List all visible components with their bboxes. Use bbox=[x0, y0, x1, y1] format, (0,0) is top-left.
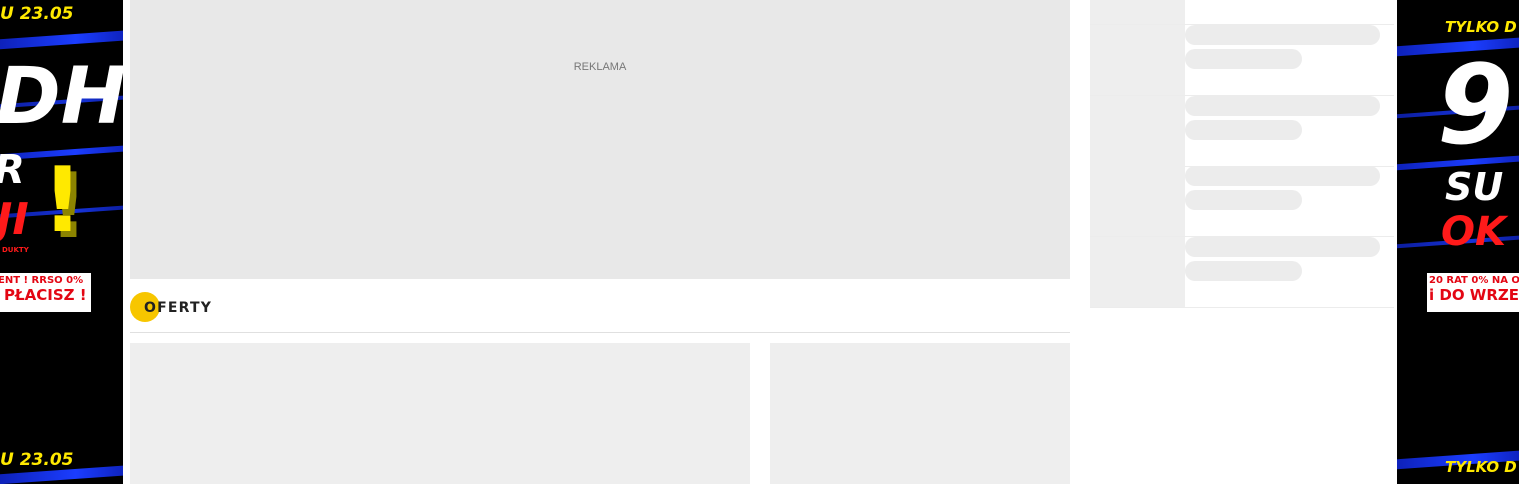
thumbnail-placeholder bbox=[1090, 166, 1185, 236]
list-item-placeholder[interactable] bbox=[1090, 25, 1394, 96]
offer-card-placeholder[interactable] bbox=[770, 343, 1070, 484]
left-side-banner[interactable]: U 23.05 DH R JI ! DUKTY ENT ! RRSO 0% PŁ… bbox=[0, 0, 123, 484]
text-line-placeholder bbox=[1185, 237, 1380, 257]
banner-headline: OK bbox=[1441, 209, 1506, 255]
banner-headline: SU bbox=[1445, 165, 1504, 209]
banner-date-bottom: U 23.05 bbox=[0, 450, 74, 470]
promo-line: PŁACISZ ! bbox=[4, 285, 87, 304]
banner-headline: 9 bbox=[1437, 41, 1514, 169]
text-line-placeholder bbox=[1185, 49, 1302, 69]
banner-date-top: U 23.05 bbox=[0, 4, 74, 24]
ad-placeholder[interactable]: REKLAMA bbox=[130, 0, 1070, 279]
banner-headline: DH bbox=[0, 52, 123, 142]
thumbnail-placeholder bbox=[1090, 25, 1185, 95]
text-line-placeholder bbox=[1185, 96, 1380, 116]
exclamation-icon: ! bbox=[42, 148, 84, 253]
text-line-placeholder bbox=[1185, 261, 1302, 281]
banner-date-top: TYLKO D bbox=[1445, 18, 1517, 36]
section-header: OFERTY bbox=[130, 292, 1070, 333]
text-line-placeholder bbox=[1185, 190, 1302, 210]
banner-headline: R bbox=[0, 150, 25, 190]
thumbnail-placeholder bbox=[1090, 237, 1185, 307]
text-line-placeholder bbox=[1185, 120, 1302, 140]
banner-promo-box: ENT ! RRSO 0% PŁACISZ ! bbox=[0, 273, 91, 312]
banner-date-bottom: TYLKO D bbox=[1445, 458, 1517, 476]
list-item-placeholder[interactable] bbox=[1090, 0, 1394, 25]
banner-small-text: DUKTY bbox=[2, 246, 29, 254]
banner-stripe bbox=[0, 29, 123, 51]
list-item-placeholder[interactable] bbox=[1090, 237, 1394, 308]
ad-label: REKLAMA bbox=[573, 61, 627, 73]
promo-line: ENT ! RRSO 0% bbox=[0, 275, 84, 286]
banner-headline: JI bbox=[0, 194, 29, 245]
right-side-banner[interactable]: TYLKO D 9 SU OK 20 RAT 0% NA O i DO WRZE… bbox=[1397, 0, 1519, 484]
text-line-placeholder bbox=[1185, 166, 1380, 186]
thumbnail-placeholder bbox=[1090, 96, 1185, 166]
promo-line: 20 RAT 0% NA O bbox=[1429, 275, 1519, 286]
list-item-placeholder[interactable] bbox=[1090, 166, 1394, 237]
banner-promo-box: 20 RAT 0% NA O i DO WRZE bbox=[1427, 273, 1519, 312]
thumbnail-placeholder bbox=[1090, 0, 1185, 24]
list-item-placeholder[interactable] bbox=[1090, 96, 1394, 167]
text-line-placeholder bbox=[1185, 25, 1380, 45]
offer-card-placeholder[interactable] bbox=[130, 343, 750, 484]
section-title: OFERTY bbox=[144, 300, 213, 316]
promo-line: i DO WRZE bbox=[1429, 285, 1519, 304]
sidebar-list-placeholder bbox=[1090, 0, 1394, 308]
